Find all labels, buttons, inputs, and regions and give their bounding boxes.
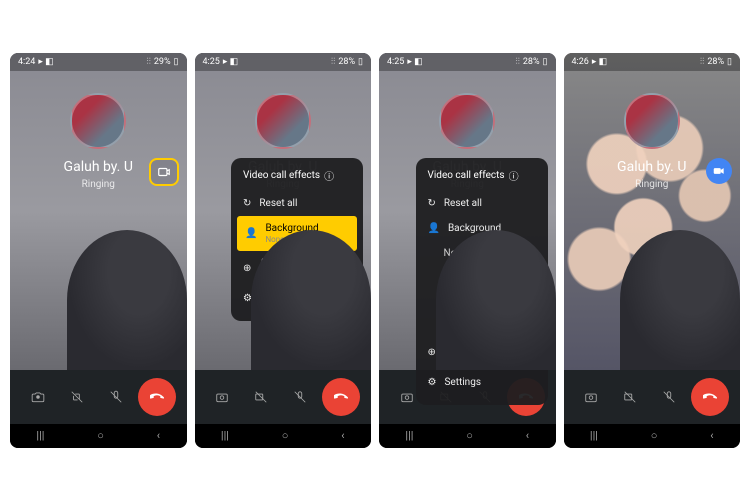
self-preview [67,230,187,370]
clock: 4:25 [203,57,220,67]
caller-avatar [255,93,311,149]
video-off-icon [70,390,84,404]
caller-name: Galuh by. U [617,159,686,175]
battery-icon: ▯ [174,57,179,67]
battery-text: 28% [523,57,540,67]
back-button[interactable]: ‹ [341,429,344,442]
android-nav: ||| ○ ‹ [10,424,187,448]
call-controls [564,370,741,424]
home-button[interactable]: ○ [651,429,658,442]
mic-off-icon [293,390,307,404]
battery-text: 28% [707,57,724,67]
camera-preview: Galuh by. U Ringing Video call effectsⓘ … [195,53,372,370]
battery-text: 28% [338,57,355,67]
call-status: Ringing [635,179,668,190]
recents-button[interactable]: ||| [590,429,598,442]
reset-icon: ↻ [428,198,436,209]
video-off-button[interactable] [244,380,278,414]
caller-avatar [70,93,126,149]
video-off-icon [254,390,268,404]
reset-all-item[interactable]: ↻Reset all [416,191,548,216]
effects-icon [712,164,726,178]
mic-off-icon [662,390,676,404]
video-effects-button[interactable] [706,158,732,184]
camera-icon [400,390,414,404]
background-icon: 👤 [428,223,440,234]
camera-preview: Galuh by. U Ringing [564,53,741,370]
android-nav: ||| ○ ‹ [379,424,556,448]
camera-preview: Galuh by. U Ringing Video call effectsⓘ … [379,53,556,370]
back-button[interactable]: ‹ [526,429,529,442]
recents-button[interactable]: ||| [221,429,229,442]
screen-1: 4:24▸ ◧ ⫶⫶29%▯ Galuh by. U Ringing ||| ○… [10,53,187,448]
battery-text: 29% [154,57,171,67]
caller-avatar [624,93,680,149]
android-nav: ||| ○ ‹ [564,424,741,448]
mic-off-icon [109,390,123,404]
status-bar: 4:25▸ ◧ ⫶⫶28%▯ [379,53,556,71]
video-effects-button[interactable] [149,158,179,186]
end-call-button[interactable] [138,378,176,416]
back-button[interactable]: ‹ [157,429,160,442]
info-icon[interactable]: ⓘ [509,168,519,183]
clock: 4:25 [387,57,404,67]
call-controls [10,370,187,424]
recents-button[interactable]: ||| [36,429,44,442]
home-button[interactable]: ○ [466,429,473,442]
video-off-button[interactable] [613,380,647,414]
caller-avatar [439,93,495,149]
end-call-button[interactable] [322,378,360,416]
mute-button[interactable] [99,380,133,414]
autoframing-icon: ⊕ [243,263,251,274]
self-preview [620,230,740,370]
home-button[interactable]: ○ [97,429,104,442]
info-icon[interactable]: ⓘ [324,168,334,183]
switch-camera-button[interactable] [574,380,608,414]
reset-all-item[interactable]: ↻Reset all [231,191,363,216]
camera-preview: Galuh by. U Ringing [10,53,187,370]
video-off-icon [623,390,637,404]
home-button[interactable]: ○ [282,429,289,442]
signal-icon: ⫶⫶ [146,57,151,67]
notif-icons: ▸ ◧ [38,57,53,67]
panel-title: Video call effectsⓘ [416,168,548,191]
phone-icon [334,390,348,404]
clock: 4:24 [18,57,35,67]
self-preview [436,230,556,370]
camera-icon [31,390,45,404]
status-bar: 4:26▸ ◧ ⫶⫶28%▯ [564,53,741,71]
screen-3: 4:25▸ ◧ ⫶⫶28%▯ Galuh by. U Ringing Video… [379,53,556,448]
end-call-button[interactable] [691,378,729,416]
android-nav: ||| ○ ‹ [195,424,372,448]
mute-button[interactable] [652,380,686,414]
mute-button[interactable] [283,380,317,414]
status-bar: 4:25▸ ◧ ⫶⫶28%▯ [195,53,372,71]
switch-camera-button[interactable] [21,380,55,414]
settings-item[interactable]: ⚙Settings [416,370,548,395]
switch-camera-button[interactable] [205,380,239,414]
screen-2: 4:25▸ ◧ ⫶⫶28%▯ Galuh by. U Ringing Video… [195,53,372,448]
video-off-button[interactable] [60,380,94,414]
phone-icon [150,390,164,404]
status-bar: 4:24▸ ◧ ⫶⫶29%▯ [10,53,187,71]
screen-4: 4:26▸ ◧ ⫶⫶28%▯ Galuh by. U Ringing ||| ○… [564,53,741,448]
recents-button[interactable]: ||| [405,429,413,442]
call-status: Ringing [82,179,115,190]
phone-icon [703,390,717,404]
camera-icon [215,390,229,404]
panel-title: Video call effectsⓘ [231,168,363,191]
settings-icon: ⚙ [428,377,437,388]
background-icon: 👤 [245,228,257,239]
autoframing-icon: ⊕ [428,347,436,358]
camera-icon [584,390,598,404]
effects-icon [157,165,171,179]
reset-icon: ↻ [243,198,251,209]
back-button[interactable]: ‹ [710,429,713,442]
caller-name: Galuh by. U [64,159,133,175]
call-controls [195,370,372,424]
self-preview [251,230,371,370]
clock: 4:26 [572,57,589,67]
